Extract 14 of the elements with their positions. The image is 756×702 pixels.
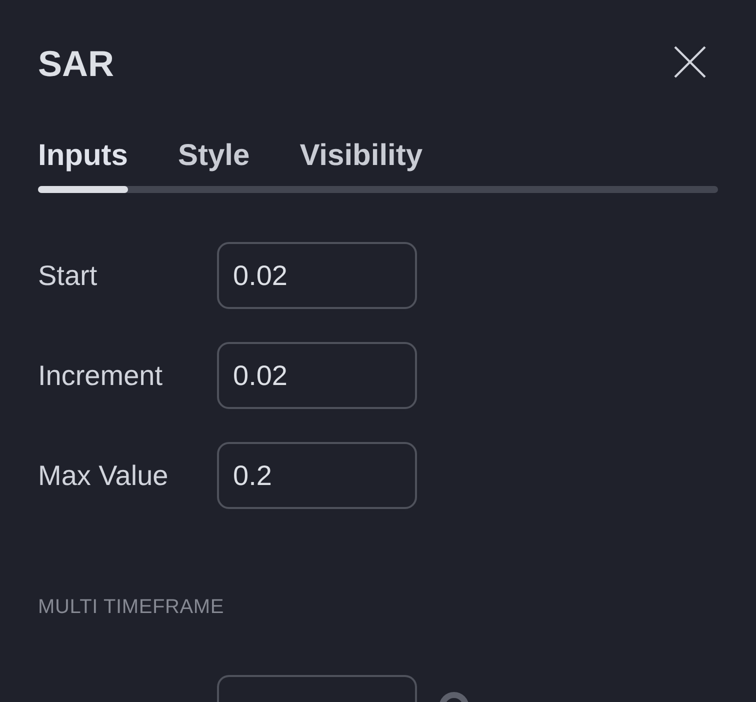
input-field[interactable]: 0.02: [217, 242, 417, 309]
field-label: Start: [38, 258, 98, 292]
section-heading: MULTI TIMEFRAME: [38, 596, 224, 618]
input-field[interactable]: 0.02: [217, 342, 417, 409]
close-icon: [674, 46, 706, 78]
tab[interactable]: Style: [178, 138, 250, 174]
tab[interactable]: Inputs: [38, 138, 128, 174]
field-label: Max Value: [38, 458, 170, 492]
input-field[interactable]: 0.2: [217, 442, 417, 509]
dialog-title: SAR: [38, 42, 114, 86]
field-label: Increment: [38, 358, 164, 392]
close-button[interactable]: [674, 46, 706, 78]
tab[interactable]: Visibility: [300, 138, 423, 174]
select-field[interactable]: [217, 675, 417, 702]
